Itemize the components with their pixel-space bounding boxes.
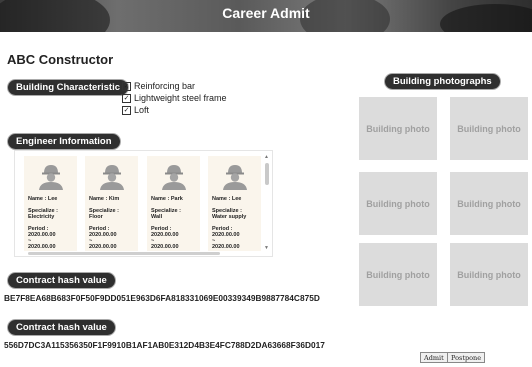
characteristics-list: ✓ Reinforcing bar ✓ Lightweight steel fr… [122, 80, 227, 116]
engineer-avatar-icon [162, 165, 186, 190]
engineer-card[interactable]: Name : Lee Specialize : Electricity Peri… [24, 156, 77, 251]
engineer-period-start: 2020.00.00 [212, 232, 240, 238]
engineer-period-end: 2020.00.00 [151, 244, 179, 250]
characteristic-item[interactable]: ✓ Lightweight steel frame [122, 92, 227, 104]
engineer-avatar-icon [100, 165, 124, 190]
checkbox-checked-icon[interactable]: ✓ [122, 93, 131, 103]
engineer-period-start: 2020.00.00 [151, 232, 179, 238]
building-photographs-label: Building photographs [384, 73, 501, 90]
characteristic-item[interactable]: ✓ Reinforcing bar [122, 80, 227, 92]
scroll-up-icon[interactable]: ▲ [264, 154, 269, 160]
contract-hash-label: Contract hash value [7, 272, 116, 289]
engineer-card[interactable]: Name : Lee Specialize : Water supply Per… [208, 156, 261, 251]
scrollbar-thumb[interactable] [28, 252, 220, 255]
checkbox-checked-icon[interactable]: ✓ [122, 105, 131, 115]
engineer-period-start: 2020.00.00 [89, 232, 117, 238]
characteristic-item[interactable]: ✓ Loft [122, 104, 227, 116]
engineer-card[interactable]: Name : Park Specialize : Wall Period : 2… [147, 156, 200, 251]
scroll-down-icon[interactable]: ▼ [264, 245, 269, 251]
engineer-specialize: Water supply [212, 214, 247, 220]
building-photo[interactable]: Building photo [450, 172, 528, 235]
characteristic-label: Loft [134, 105, 150, 115]
contract-hash-value: 556D7DC3A115356350F1F9910B1AF1AB0E312D4B… [4, 340, 325, 350]
contract-hash-label: Contract hash value [7, 319, 116, 336]
building-photo[interactable]: Building photo [359, 243, 437, 306]
app-header: Career Admit [0, 0, 532, 32]
engineer-specialize: Wall [151, 214, 163, 220]
engineer-card[interactable]: Name : Kim Specialize : Floor Period : 2… [85, 156, 138, 251]
engineer-cards-panel[interactable]: Name : Lee Specialize : Electricity Peri… [14, 150, 273, 257]
engineer-information-label: Engineer Information [7, 133, 121, 150]
building-photo[interactable]: Building photo [359, 97, 437, 160]
engineer-period-end: 2020.00.00 [212, 244, 240, 250]
characteristic-label: Lightweight steel frame [134, 93, 227, 103]
engineer-specialize: Floor [89, 214, 103, 220]
engineer-period-end: 2020.00.00 [28, 244, 56, 250]
vertical-scrollbar[interactable]: ▲ ▼ [264, 154, 270, 251]
characteristic-label: Reinforcing bar [134, 81, 196, 91]
horizontal-scrollbar[interactable] [16, 252, 266, 256]
engineer-name: Name : Park [151, 196, 183, 202]
building-photo[interactable]: Building photo [450, 97, 528, 160]
page-title: Career Admit [222, 5, 310, 21]
engineer-name: Name : Lee [28, 196, 58, 202]
postpone-button[interactable]: Postpone [447, 352, 486, 363]
engineer-name: Name : Lee [212, 196, 242, 202]
engineer-period-start: 2020.00.00 [28, 232, 56, 238]
building-photo[interactable]: Building photo [450, 243, 528, 306]
company-name: ABC Constructor [7, 52, 114, 67]
engineer-specialize: Electricity [28, 214, 55, 220]
building-photo[interactable]: Building photo [359, 172, 437, 235]
engineer-avatar-icon [39, 165, 63, 190]
checkbox-checked-icon[interactable]: ✓ [122, 81, 131, 91]
engineer-name: Name : Kim [89, 196, 120, 202]
admit-button[interactable]: Admit [420, 352, 448, 363]
contract-hash-value: BE7F8EA68B683F0F50F9DD051E963D6FA8183310… [4, 293, 320, 303]
engineer-period-end: 2020.00.00 [89, 244, 117, 250]
engineer-avatar-icon [223, 165, 247, 190]
scrollbar-thumb[interactable] [265, 163, 269, 185]
building-characteristic-label: Building Characteristic [7, 79, 129, 96]
